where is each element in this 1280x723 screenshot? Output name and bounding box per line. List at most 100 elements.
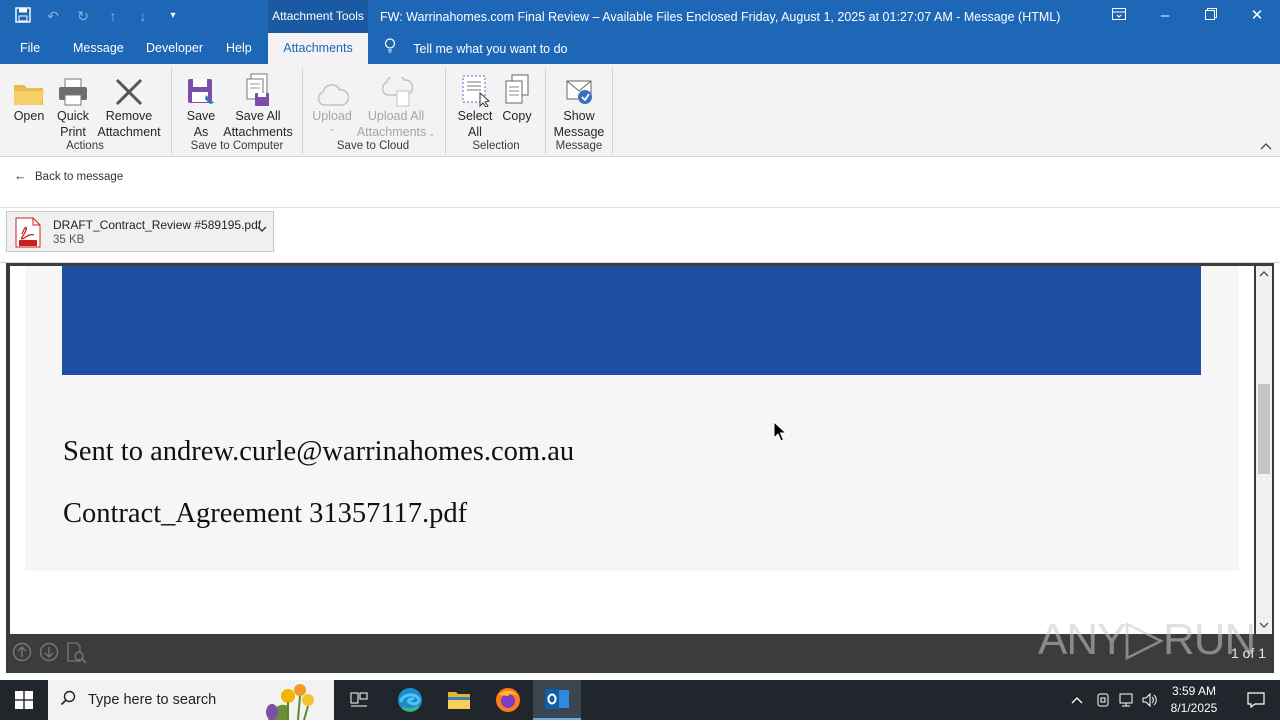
tab-file[interactable]: File bbox=[20, 33, 40, 64]
group-separator bbox=[445, 68, 446, 154]
sent-to-text: Sent to andrew.curle@warrinahomes.com.au bbox=[63, 436, 575, 467]
volume-icon[interactable] bbox=[1141, 692, 1159, 711]
dropdown-arrow-icon: ⌄ bbox=[426, 129, 436, 138]
document-banner bbox=[62, 266, 1201, 375]
select-all-button[interactable]: Select All bbox=[454, 69, 496, 140]
group-separator bbox=[545, 68, 546, 154]
next-page-icon[interactable] bbox=[39, 642, 59, 667]
window-title: FW: Warrinahomes.com Final Review – Avai… bbox=[380, 10, 1061, 24]
select-all-icon bbox=[454, 69, 496, 107]
save-all-icon bbox=[222, 69, 294, 107]
back-to-message-link[interactable]: ← Back to message bbox=[14, 168, 123, 183]
file-explorer-icon[interactable] bbox=[435, 680, 483, 720]
group-separator bbox=[302, 68, 303, 154]
play-logo-icon: ▷ bbox=[1125, 609, 1163, 665]
previous-page-icon[interactable] bbox=[12, 642, 32, 667]
back-bar: ← Back to message bbox=[0, 158, 1280, 208]
close-icon[interactable]: ✕ bbox=[1234, 0, 1280, 33]
customize-icon[interactable]: ▾ bbox=[164, 7, 182, 25]
dropdown-arrow-icon: ⌄ bbox=[328, 124, 336, 133]
contract-file-text: Contract_Agreement 31357117.pdf bbox=[63, 498, 468, 529]
attachment-size: 35 KB bbox=[53, 234, 85, 246]
window-controls: – ✕ bbox=[1096, 0, 1280, 33]
taskbar: Type here to search 3:59 AM 8/1/2025 bbox=[0, 680, 1280, 723]
task-view-icon[interactable] bbox=[335, 680, 383, 720]
collapse-ribbon-icon[interactable] bbox=[1260, 141, 1272, 153]
remove-x-icon bbox=[95, 69, 163, 107]
outlook-icon[interactable] bbox=[533, 680, 581, 720]
group-message-label: Message bbox=[555, 140, 603, 152]
remove-attachment-button[interactable]: Remove Attachment bbox=[95, 69, 163, 140]
clock-time: 3:59 AM bbox=[1171, 684, 1217, 698]
save-all-attachments-button[interactable]: Save All Attachments bbox=[222, 69, 294, 140]
find-in-page-icon[interactable] bbox=[66, 642, 88, 669]
start-button[interactable] bbox=[0, 680, 48, 720]
device-icon[interactable] bbox=[1095, 692, 1111, 711]
show-message-icon bbox=[552, 69, 606, 107]
save-icon[interactable] bbox=[14, 7, 32, 25]
system-clock[interactable]: 3:59 AM 8/1/2025 bbox=[1162, 683, 1226, 717]
group-selection-label: Selection bbox=[472, 140, 520, 152]
group-save-to-computer-label: Save to Computer bbox=[190, 140, 284, 152]
chevron-down-icon[interactable] bbox=[257, 224, 267, 236]
save-as-button[interactable]: Save As bbox=[181, 69, 221, 140]
attachment-chip[interactable]: DRAFT_Contract_Review #589195.pdf 35 KB bbox=[6, 211, 274, 252]
network-icon[interactable] bbox=[1118, 692, 1136, 711]
tab-attachments[interactable]: Attachments bbox=[268, 33, 368, 64]
printer-icon bbox=[52, 69, 94, 107]
tab-message[interactable]: Message bbox=[73, 33, 124, 64]
edge-icon[interactable] bbox=[386, 680, 434, 720]
open-label: Open bbox=[13, 109, 45, 123]
quick-access-toolbar: ↶ ↻ ↑ ↓ ▾ bbox=[14, 7, 182, 25]
ribbon: Open Quick Print Remove Attachment Actio… bbox=[0, 64, 1280, 157]
attachment-name: DRAFT_Contract_Review #589195.pdf bbox=[53, 218, 262, 232]
copy-button[interactable]: Copy bbox=[498, 69, 536, 124]
quick-print-button[interactable]: Quick Print bbox=[52, 69, 94, 140]
attachment-tools-context-tab: Attachment Tools bbox=[268, 0, 368, 33]
scrollbar-thumb[interactable] bbox=[1258, 384, 1270, 474]
down-arrow-icon[interactable]: ↓ bbox=[134, 7, 152, 25]
anyrun-watermark: ANY▷RUN bbox=[1038, 609, 1256, 665]
pdf-file-icon bbox=[15, 217, 41, 251]
lightbulb-icon bbox=[384, 33, 398, 64]
windows-logo-icon bbox=[15, 691, 33, 709]
up-arrow-icon[interactable]: ↑ bbox=[104, 7, 122, 25]
tab-developer[interactable]: Developer bbox=[146, 33, 203, 64]
show-message-button[interactable]: Show Message bbox=[552, 69, 606, 140]
notification-icon[interactable] bbox=[1232, 680, 1280, 720]
group-separator bbox=[171, 68, 172, 154]
ribbon-tabs: File Message Developer Help Attachments … bbox=[0, 33, 1280, 64]
search-highlight-flowers-icon bbox=[258, 682, 322, 723]
ribbon-display-icon[interactable] bbox=[1096, 0, 1142, 33]
copy-icon bbox=[498, 69, 536, 107]
title-bar: ↶ ↻ ↑ ↓ ▾ Attachment Tools FW: Warrinaho… bbox=[0, 0, 1280, 33]
cloud-upload-all-icon bbox=[354, 69, 438, 107]
taskbar-search-box[interactable]: Type here to search bbox=[48, 680, 334, 723]
scroll-down-icon[interactable] bbox=[1259, 621, 1269, 632]
search-placeholder: Type here to search bbox=[88, 692, 217, 708]
attachment-bar: DRAFT_Contract_Review #589195.pdf 35 KB bbox=[0, 208, 1280, 263]
folder-icon bbox=[8, 69, 50, 107]
tell-me-label: Tell me what you want to do bbox=[413, 42, 568, 56]
firefox-icon[interactable] bbox=[484, 680, 532, 720]
vertical-scrollbar[interactable] bbox=[1256, 266, 1272, 634]
upload-button[interactable]: Upload ⌄ bbox=[308, 69, 356, 134]
upload-all-attachments-button[interactable]: Upload All Attachments ⌄ bbox=[354, 69, 438, 142]
minimize-icon[interactable]: – bbox=[1142, 0, 1188, 33]
scroll-up-icon[interactable] bbox=[1259, 269, 1269, 280]
group-separator bbox=[612, 68, 613, 154]
undo-icon[interactable]: ↶ bbox=[44, 7, 62, 25]
show-hidden-icons-icon[interactable] bbox=[1071, 692, 1083, 707]
restore-icon[interactable] bbox=[1188, 0, 1234, 33]
document-card: Sent to andrew.curle@warrinahomes.com.au… bbox=[25, 266, 1239, 571]
clock-date: 8/1/2025 bbox=[1170, 701, 1218, 715]
cloud-upload-icon bbox=[308, 69, 356, 107]
group-actions-label: Actions bbox=[66, 140, 104, 152]
tell-me-search[interactable]: Tell me what you want to do bbox=[384, 33, 568, 64]
tab-help[interactable]: Help bbox=[226, 33, 252, 64]
open-button[interactable]: Open bbox=[8, 69, 50, 124]
redo-icon[interactable]: ↻ bbox=[74, 7, 92, 25]
search-icon bbox=[60, 690, 76, 711]
mouse-cursor-icon bbox=[773, 420, 788, 446]
save-as-disk-icon bbox=[181, 69, 221, 107]
